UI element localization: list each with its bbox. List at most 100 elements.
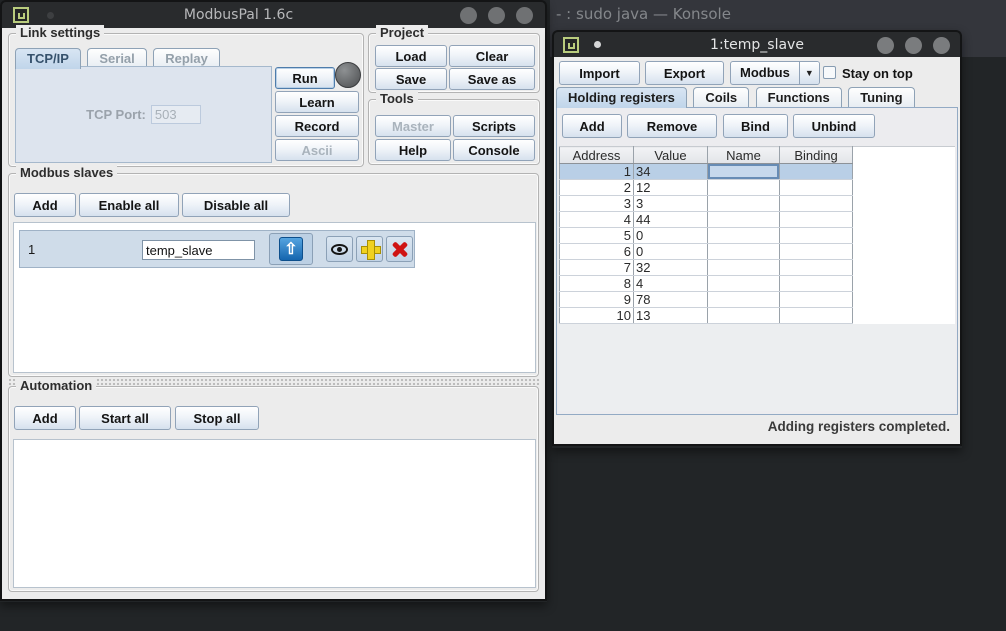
value-cell[interactable]: 0 xyxy=(634,228,708,244)
value-cell[interactable]: 12 xyxy=(634,180,708,196)
window-button-icon[interactable] xyxy=(933,37,950,54)
save-button[interactable]: Save xyxy=(375,68,447,90)
address-cell[interactable]: 4 xyxy=(560,212,634,228)
binding-cell[interactable] xyxy=(780,164,853,180)
address-cell[interactable]: 10 xyxy=(560,308,634,324)
value-cell[interactable]: 3 xyxy=(634,196,708,212)
tab-holding-registers[interactable]: Holding registers xyxy=(556,87,687,108)
table-row[interactable]: 732 xyxy=(560,260,853,276)
export-button[interactable]: Export xyxy=(645,61,724,85)
address-cell[interactable]: 1 xyxy=(560,164,634,180)
address-cell[interactable]: 7 xyxy=(560,260,634,276)
value-cell[interactable]: 44 xyxy=(634,212,708,228)
tab-tuning[interactable]: Tuning xyxy=(848,87,914,108)
window-button-icon[interactable] xyxy=(488,7,505,24)
disable-all-button[interactable]: Disable all xyxy=(182,193,290,217)
address-cell[interactable]: 9 xyxy=(560,292,634,308)
binding-column-header[interactable]: Binding xyxy=(780,147,853,164)
address-cell[interactable]: 3 xyxy=(560,196,634,212)
table-row[interactable]: 212 xyxy=(560,180,853,196)
register-scroll-area[interactable]: Address Value Name Binding 1342123344450… xyxy=(559,146,955,411)
window-button-icon[interactable] xyxy=(516,7,533,24)
tab-coils[interactable]: Coils xyxy=(693,87,749,108)
name-cell[interactable] xyxy=(708,244,780,260)
modbuspal-titlebar[interactable]: ModbusPal 1.6c xyxy=(0,0,547,28)
value-cell[interactable]: 34 xyxy=(634,164,708,180)
window-button-icon[interactable] xyxy=(905,37,922,54)
slave-delete-button[interactable] xyxy=(386,236,413,262)
tcp-port-input[interactable] xyxy=(151,105,201,124)
slave-add-button[interactable]: Add xyxy=(14,193,76,217)
name-cell[interactable] xyxy=(708,164,780,180)
table-row[interactable]: 33 xyxy=(560,196,853,212)
address-cell[interactable]: 2 xyxy=(560,180,634,196)
stay-on-top-checkbox[interactable] xyxy=(823,66,836,79)
table-row[interactable]: 50 xyxy=(560,228,853,244)
enable-all-button[interactable]: Enable all xyxy=(79,193,179,217)
help-button[interactable]: Help xyxy=(375,139,451,161)
start-all-button[interactable]: Start all xyxy=(79,406,171,430)
record-button[interactable]: Record xyxy=(275,115,359,137)
name-cell[interactable] xyxy=(708,292,780,308)
load-button[interactable]: Load xyxy=(375,45,447,67)
tcp-port-label: TCP Port: xyxy=(86,107,146,122)
binding-cell[interactable] xyxy=(780,308,853,324)
value-column-header[interactable]: Value xyxy=(634,147,708,164)
binding-cell[interactable] xyxy=(780,244,853,260)
tab-tcpip[interactable]: TCP/IP xyxy=(15,48,81,69)
value-cell[interactable]: 32 xyxy=(634,260,708,276)
name-cell[interactable] xyxy=(708,228,780,244)
register-remove-button[interactable]: Remove xyxy=(627,114,717,138)
address-cell[interactable]: 5 xyxy=(560,228,634,244)
table-right-filler xyxy=(853,146,955,324)
binding-cell[interactable] xyxy=(780,292,853,308)
tab-functions[interactable]: Functions xyxy=(756,87,842,108)
address-cell[interactable]: 6 xyxy=(560,244,634,260)
slave-name-input[interactable] xyxy=(142,240,255,260)
name-cell[interactable] xyxy=(708,276,780,292)
slave-view-button[interactable] xyxy=(326,236,353,262)
value-cell[interactable]: 4 xyxy=(634,276,708,292)
table-row[interactable]: 444 xyxy=(560,212,853,228)
table-row[interactable]: 1013 xyxy=(560,308,853,324)
table-row[interactable]: 134 xyxy=(560,164,853,180)
binding-cell[interactable] xyxy=(780,180,853,196)
table-row[interactable]: 60 xyxy=(560,244,853,260)
register-bind-button[interactable]: Bind xyxy=(723,114,788,138)
address-cell[interactable]: 8 xyxy=(560,276,634,292)
name-cell[interactable] xyxy=(708,260,780,276)
run-button[interactable]: Run xyxy=(275,67,335,89)
register-add-button[interactable]: Add xyxy=(562,114,622,138)
table-row[interactable]: 978 xyxy=(560,292,853,308)
console-button[interactable]: Console xyxy=(453,139,535,161)
value-cell[interactable]: 0 xyxy=(634,244,708,260)
slave-duplicate-button[interactable] xyxy=(356,236,383,262)
import-button[interactable]: Import xyxy=(559,61,640,85)
binding-cell[interactable] xyxy=(780,228,853,244)
slave-titlebar[interactable]: 1:temp_slave xyxy=(552,30,962,57)
register-unbind-button[interactable]: Unbind xyxy=(793,114,875,138)
mode-select[interactable]: Modbus ▼ xyxy=(730,61,820,85)
value-cell[interactable]: 78 xyxy=(634,292,708,308)
name-cell[interactable] xyxy=(708,180,780,196)
save-as-button[interactable]: Save as xyxy=(449,68,535,90)
name-column-header[interactable]: Name xyxy=(708,147,780,164)
name-cell[interactable] xyxy=(708,212,780,228)
learn-button[interactable]: Learn xyxy=(275,91,359,113)
table-row[interactable]: 84 xyxy=(560,276,853,292)
window-button-icon[interactable] xyxy=(460,7,477,24)
name-cell[interactable] xyxy=(708,308,780,324)
window-button-icon[interactable] xyxy=(877,37,894,54)
binding-cell[interactable] xyxy=(780,196,853,212)
slave-enable-toggle[interactable]: ⇧ xyxy=(269,233,313,265)
binding-cell[interactable] xyxy=(780,212,853,228)
stop-all-button[interactable]: Stop all xyxy=(175,406,259,430)
clear-button[interactable]: Clear xyxy=(449,45,535,67)
binding-cell[interactable] xyxy=(780,276,853,292)
binding-cell[interactable] xyxy=(780,260,853,276)
value-cell[interactable]: 13 xyxy=(634,308,708,324)
address-column-header[interactable]: Address xyxy=(560,147,634,164)
automation-add-button[interactable]: Add xyxy=(14,406,76,430)
scripts-button[interactable]: Scripts xyxy=(453,115,535,137)
name-cell[interactable] xyxy=(708,196,780,212)
